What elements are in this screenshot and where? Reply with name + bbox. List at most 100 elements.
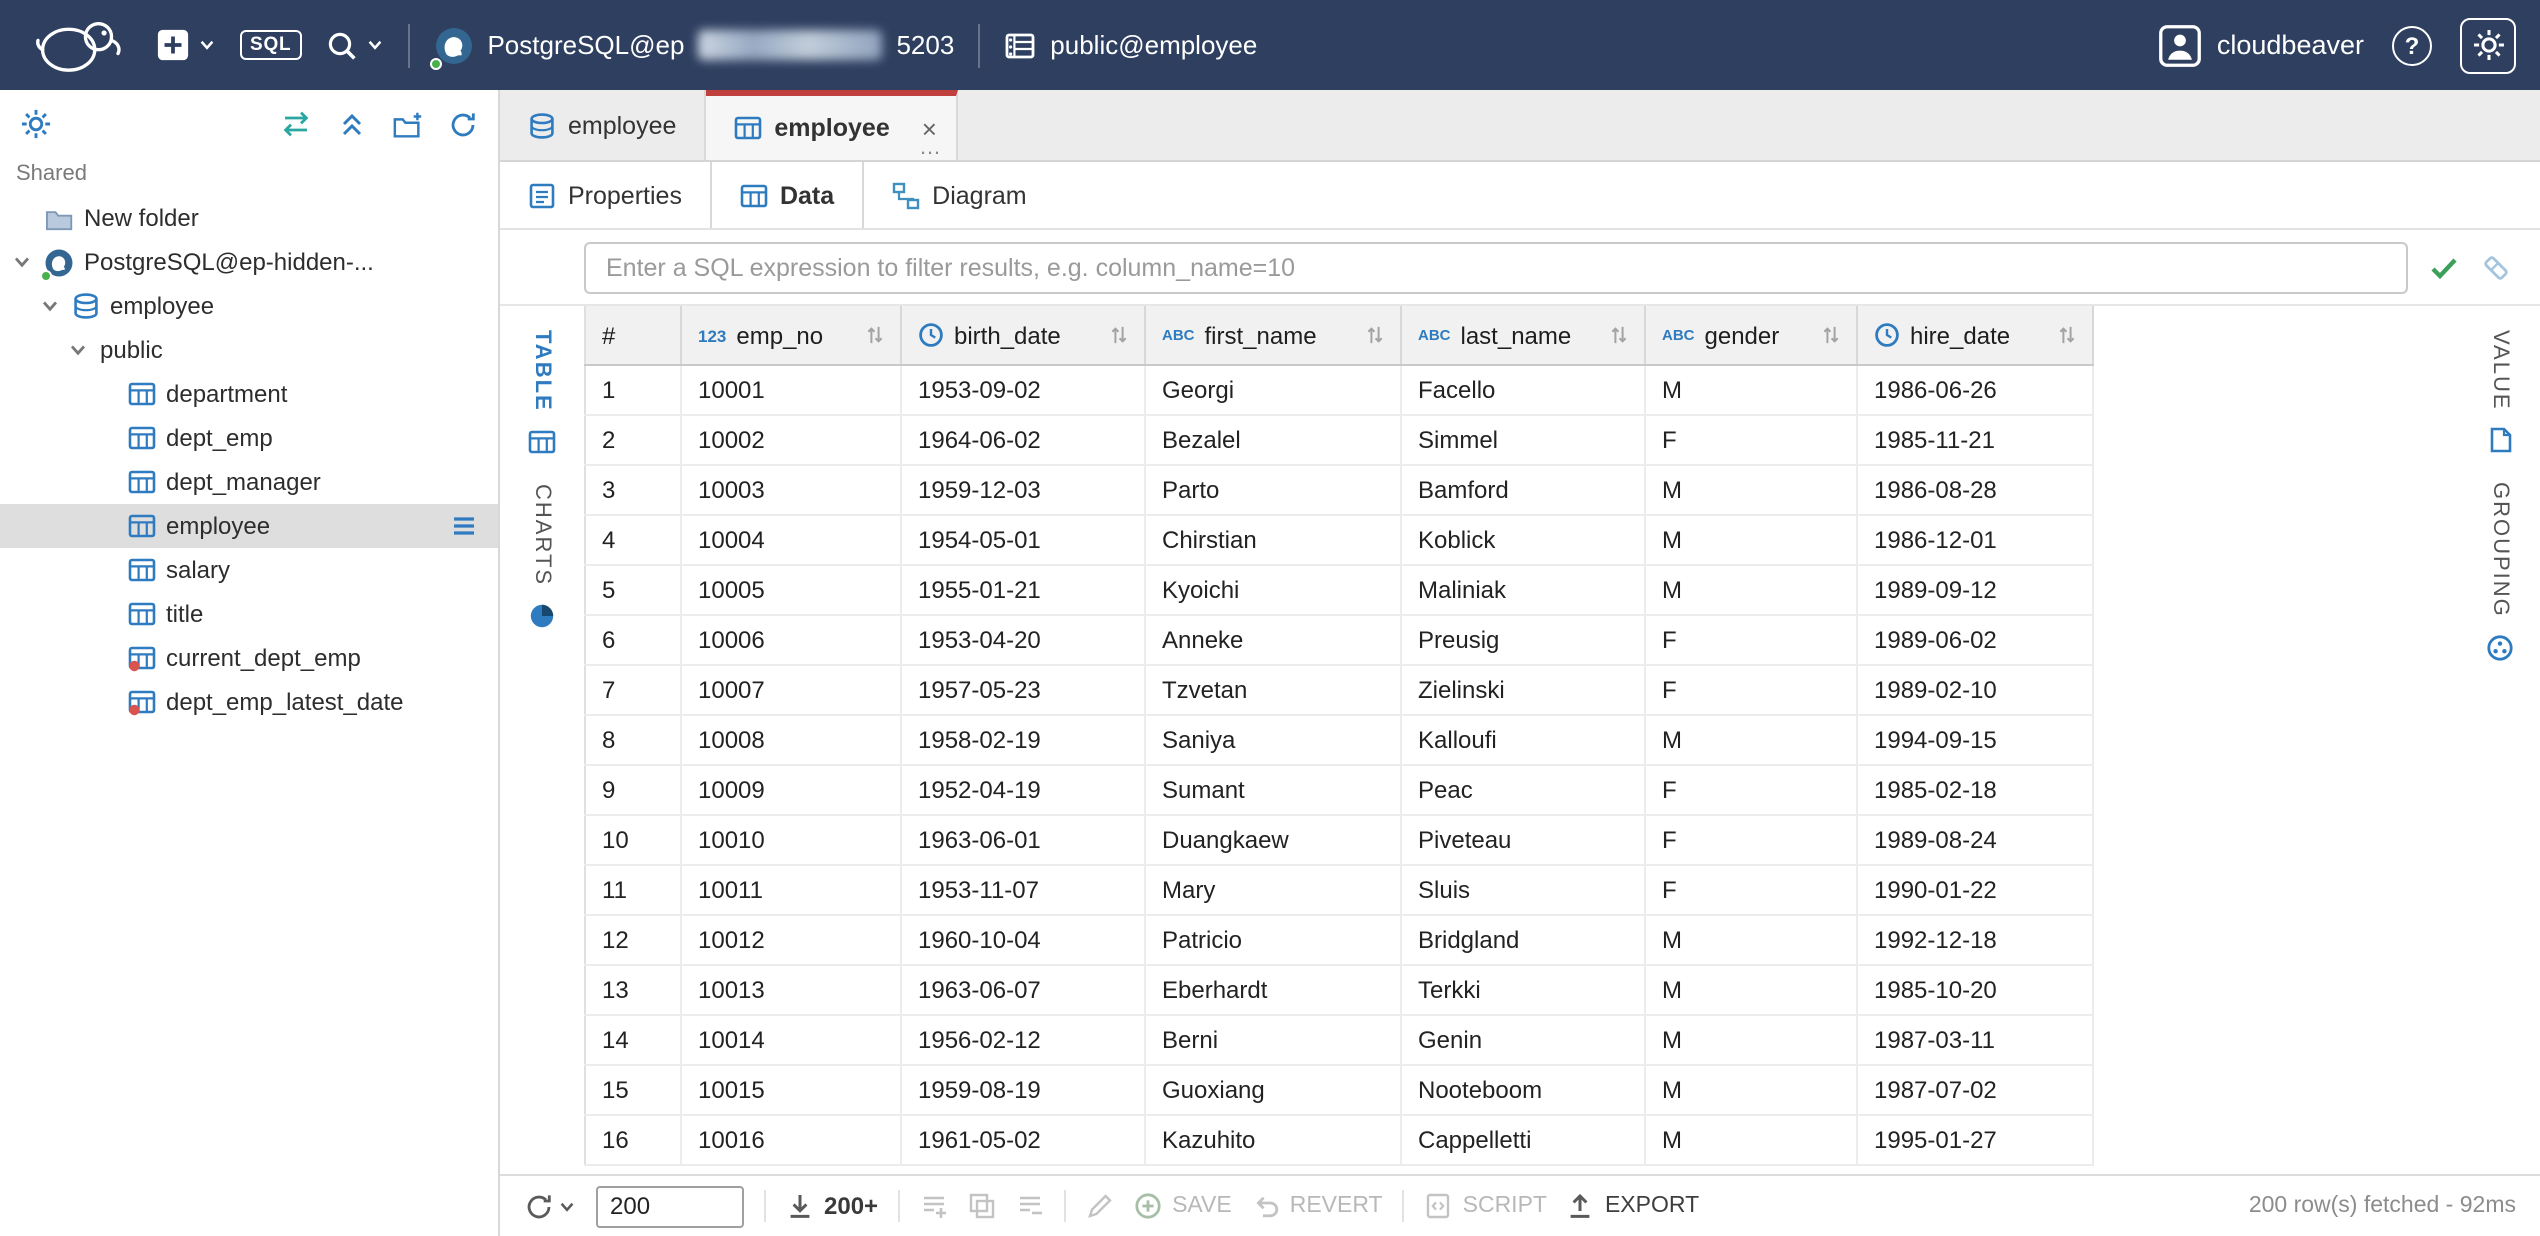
delete-row-button[interactable]: [1016, 1192, 1044, 1220]
revert-button[interactable]: REVERT: [1252, 1192, 1383, 1220]
cell-emp-no[interactable]: 10001: [681, 365, 901, 415]
link-editors-icon[interactable]: [280, 108, 312, 140]
tree-item-view-dept-emp-latest-date[interactable]: dept_emp_latest_date: [0, 680, 498, 724]
row-number-cell[interactable]: 11: [585, 865, 681, 915]
row-number-cell[interactable]: 12: [585, 915, 681, 965]
connection-selector[interactable]: PostgreSQL@ep 5203: [433, 25, 954, 65]
cell-first-name[interactable]: Georgi: [1145, 365, 1401, 415]
row-number-cell[interactable]: 1: [585, 365, 681, 415]
cell-emp-no[interactable]: 10014: [681, 1015, 901, 1065]
cell-first-name[interactable]: Sumant: [1145, 765, 1401, 815]
cell-gender[interactable]: M: [1645, 965, 1857, 1015]
collapse-all-icon[interactable]: [336, 108, 368, 140]
add-row-button[interactable]: [920, 1192, 948, 1220]
tab-data[interactable]: Data: [710, 162, 864, 228]
tab-properties[interactable]: Properties: [500, 162, 710, 228]
new-object-button[interactable]: [156, 28, 216, 62]
cell-gender[interactable]: M: [1645, 465, 1857, 515]
tab-diagram[interactable]: Diagram: [864, 162, 1055, 228]
edit-button[interactable]: [1086, 1192, 1114, 1220]
tree-item-new-folder[interactable]: New folder: [0, 196, 498, 240]
chevron-down-icon[interactable]: [40, 296, 62, 316]
cell-first-name[interactable]: Eberhardt: [1145, 965, 1401, 1015]
cell-emp-no[interactable]: 10013: [681, 965, 901, 1015]
cell-gender[interactable]: M: [1645, 1015, 1857, 1065]
cell-hire-date[interactable]: 1990-01-22: [1857, 865, 2093, 915]
cell-hire-date[interactable]: 1987-07-02: [1857, 1065, 2093, 1115]
tree-item-view-current-dept-emp[interactable]: current_dept_emp: [0, 636, 498, 680]
cell-hire-date[interactable]: 1994-09-15: [1857, 715, 2093, 765]
cell-birth-date[interactable]: 1961-05-02: [901, 1115, 1145, 1165]
cell-hire-date[interactable]: 1989-06-02: [1857, 615, 2093, 665]
search-button[interactable]: [325, 29, 383, 61]
cell-birth-date[interactable]: 1954-05-01: [901, 515, 1145, 565]
settings-button[interactable]: [2460, 17, 2516, 73]
row-number-cell[interactable]: 4: [585, 515, 681, 565]
panel-tab-grouping[interactable]: GROUPING: [2486, 483, 2514, 663]
cell-last-name[interactable]: Bridgland: [1401, 915, 1645, 965]
cell-birth-date[interactable]: 1960-10-04: [901, 915, 1145, 965]
cell-first-name[interactable]: Tzvetan: [1145, 665, 1401, 715]
row-number-cell[interactable]: 13: [585, 965, 681, 1015]
tree-item-table-dept-manager[interactable]: dept_manager: [0, 460, 498, 504]
settings-gear-icon[interactable]: [20, 108, 52, 140]
cell-last-name[interactable]: Facello: [1401, 365, 1645, 415]
cell-hire-date[interactable]: 1986-08-28: [1857, 465, 2093, 515]
sql-editor-button[interactable]: SQL: [240, 30, 301, 61]
cell-last-name[interactable]: Kalloufi: [1401, 715, 1645, 765]
cell-first-name[interactable]: Parto: [1145, 465, 1401, 515]
cell-gender[interactable]: F: [1645, 865, 1857, 915]
cell-hire-date[interactable]: 1989-08-24: [1857, 815, 2093, 865]
cell-emp-no[interactable]: 10010: [681, 815, 901, 865]
sort-icon[interactable]: [866, 324, 884, 346]
cell-last-name[interactable]: Bamford: [1401, 465, 1645, 515]
cell-gender[interactable]: F: [1645, 665, 1857, 715]
tree-item-connection[interactable]: PostgreSQL@ep-hidden-...: [0, 240, 498, 284]
cell-hire-date[interactable]: 1992-12-18: [1857, 915, 2093, 965]
cell-gender[interactable]: M: [1645, 565, 1857, 615]
cell-gender[interactable]: M: [1645, 365, 1857, 415]
cell-gender[interactable]: M: [1645, 915, 1857, 965]
column-header-gender[interactable]: ABC gender: [1646, 306, 1856, 364]
row-number-cell[interactable]: 15: [585, 1065, 681, 1115]
cell-emp-no[interactable]: 10005: [681, 565, 901, 615]
cell-birth-date[interactable]: 1956-02-12: [901, 1015, 1145, 1065]
sort-icon[interactable]: [2058, 324, 2076, 346]
column-header-emp-no[interactable]: 123 emp_no: [682, 306, 900, 364]
cell-gender[interactable]: M: [1645, 1065, 1857, 1115]
cell-birth-date[interactable]: 1953-11-07: [901, 865, 1145, 915]
cell-emp-no[interactable]: 10008: [681, 715, 901, 765]
script-button[interactable]: SCRIPT: [1425, 1192, 1547, 1220]
cell-hire-date[interactable]: 1989-09-12: [1857, 565, 2093, 615]
cell-emp-no[interactable]: 10003: [681, 465, 901, 515]
cell-last-name[interactable]: Genin: [1401, 1015, 1645, 1065]
cell-birth-date[interactable]: 1953-09-02: [901, 365, 1145, 415]
row-number-cell[interactable]: 5: [585, 565, 681, 615]
cell-gender[interactable]: F: [1645, 815, 1857, 865]
cell-emp-no[interactable]: 10006: [681, 615, 901, 665]
row-number-cell[interactable]: 10: [585, 815, 681, 865]
presentation-tab-charts[interactable]: CHARTS: [528, 484, 556, 630]
apply-filter-icon[interactable]: [2428, 251, 2460, 283]
cell-first-name[interactable]: Kazuhito: [1145, 1115, 1401, 1165]
export-button[interactable]: EXPORT: [1567, 1192, 1699, 1220]
duplicate-row-button[interactable]: [968, 1192, 996, 1220]
cell-last-name[interactable]: Nooteboom: [1401, 1065, 1645, 1115]
cell-first-name[interactable]: Berni: [1145, 1015, 1401, 1065]
cell-hire-date[interactable]: 1985-10-20: [1857, 965, 2093, 1015]
tree-item-table-department[interactable]: department: [0, 372, 498, 416]
cell-birth-date[interactable]: 1952-04-19: [901, 765, 1145, 815]
cell-last-name[interactable]: Preusig: [1401, 615, 1645, 665]
column-header-hire-date[interactable]: hire_date: [1858, 306, 2092, 364]
tree-item-table-title[interactable]: title: [0, 592, 498, 636]
cell-gender[interactable]: F: [1645, 415, 1857, 465]
row-number-cell[interactable]: 7: [585, 665, 681, 715]
row-number-cell[interactable]: 6: [585, 615, 681, 665]
cell-hire-date[interactable]: 1989-02-10: [1857, 665, 2093, 715]
sort-icon[interactable]: [1110, 324, 1128, 346]
tree-item-database-employee[interactable]: employee: [0, 284, 498, 328]
refresh-icon[interactable]: [448, 109, 478, 139]
cell-emp-no[interactable]: 10004: [681, 515, 901, 565]
column-header-last-name[interactable]: ABC last_name: [1402, 306, 1644, 364]
cloudbeaver-logo[interactable]: [24, 13, 132, 77]
